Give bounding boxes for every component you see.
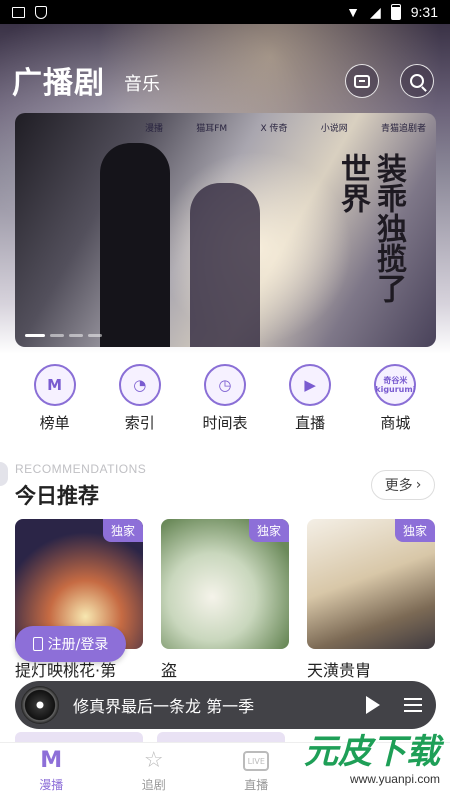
live-icon: ▶ (289, 364, 332, 406)
quick-nav-live[interactable]: ▶ 直播 (275, 364, 345, 434)
image-notification-icon (12, 6, 25, 18)
quick-nav-label: 直播 (295, 414, 326, 432)
exclusive-badge: 独家 (102, 519, 143, 542)
tab-follow[interactable]: ☆ 追剧 (114, 743, 194, 800)
quick-nav-label: 索引 (124, 414, 155, 432)
signal-icon: ◢ (369, 3, 381, 20)
side-pull-tab[interactable] (0, 462, 8, 486)
shield-icon (35, 5, 47, 19)
quick-nav: M 榜单 ◔ 索引 ◷ 时间表 ▶ 直播 奇谷米 kigurumi 商城 (0, 364, 450, 434)
mini-player[interactable]: 修真界最后一条龙 第一季 (15, 681, 436, 729)
section-eyebrow: RECOMMENDATIONS (15, 462, 147, 476)
section-title: 今日推荐 (15, 484, 99, 508)
banner-logos: 漫播 猫耳FM X 传奇 小说网 青猫追剧者 (145, 121, 426, 134)
banner-logo: 猫耳FM (196, 124, 228, 134)
watermark-url: www.yuanpi.com (349, 772, 440, 786)
chevron-right-icon: › (415, 477, 422, 493)
tab-label: 追剧 (141, 778, 166, 792)
exclusive-badge: 独家 (394, 519, 435, 542)
search-icon (410, 74, 424, 88)
tab-label: 漫播 (39, 778, 64, 792)
card-title: 盗 (161, 661, 178, 680)
quick-nav-schedule[interactable]: ◷ 时间表 (190, 364, 260, 434)
status-bar: ▼ ◢ 9:31 (0, 0, 450, 24)
quick-nav-label: 商城 (380, 414, 411, 432)
recommendation-card[interactable]: 独家 天潢贵胄 (307, 519, 435, 681)
quick-nav-ranking[interactable]: M 榜单 (20, 364, 90, 434)
quick-nav-index[interactable]: ◔ 索引 (105, 364, 175, 434)
banner-logo: 漫播 (145, 124, 164, 134)
watermark: 元皮下载 www.yuanpi.com (260, 732, 440, 792)
banner-dot[interactable] (88, 334, 102, 337)
album-disc-icon[interactable] (21, 686, 59, 724)
banner-character-left (100, 143, 170, 347)
quick-nav-label: 时间表 (202, 414, 248, 432)
tab-music[interactable]: 音乐 (124, 70, 160, 96)
quick-nav-label: 榜单 (39, 414, 70, 432)
phone-icon (32, 637, 43, 651)
banner-carousel[interactable]: 漫播 猫耳FM X 传奇 小说网 青猫追剧者 装乖独揽了世界 (15, 113, 436, 347)
tab-manbo[interactable]: M 漫播 (11, 743, 91, 800)
banner-pagination (25, 334, 102, 337)
more-label: 更多 (384, 478, 413, 494)
status-right: ▼ ◢ 9:31 (346, 4, 438, 21)
shop-brand-icon: 奇谷米 kigurumi (374, 364, 417, 406)
star-icon: ☆ (143, 748, 164, 773)
manbo-logo-icon: M (40, 748, 63, 773)
register-login-button[interactable]: 注册/登录 (15, 626, 126, 662)
card-cover: 独家 (307, 519, 435, 649)
banner-dot[interactable] (69, 334, 83, 337)
banner-dot[interactable] (25, 334, 45, 337)
banner-character-right (190, 183, 260, 347)
shop-brand-top: 奇谷米 (383, 376, 408, 385)
recommendation-card[interactable]: 独家 盗 (161, 519, 289, 681)
watermark-text: 元皮下载 (304, 732, 440, 772)
playlist-icon[interactable] (404, 698, 422, 712)
banner-dot[interactable] (50, 334, 64, 337)
banner-logo: 小说网 (320, 124, 348, 134)
banner-calligraphy-title: 装乖独揽了世界 (335, 153, 406, 303)
schedule-icon: ◷ (203, 364, 246, 406)
ranking-icon: M (33, 364, 76, 406)
status-left (12, 5, 47, 19)
quick-nav-shop[interactable]: 奇谷米 kigurumi 商城 (360, 364, 430, 434)
tab-radio-drama[interactable]: 广播剧 (12, 58, 105, 102)
index-icon: ◔ (118, 364, 161, 406)
exclusive-badge: 独家 (248, 519, 289, 542)
battery-icon (390, 4, 401, 20)
banner-logo: X 传奇 (260, 124, 288, 134)
status-time: 9:31 (410, 4, 438, 20)
search-button[interactable] (400, 64, 434, 98)
card-title: 天潢贵胄 (307, 661, 372, 680)
mail-button[interactable] (345, 64, 379, 98)
register-login-label: 注册/登录 (47, 637, 109, 653)
wifi-icon: ▼ (346, 4, 360, 20)
mail-icon (354, 74, 370, 88)
player-title: 修真界最后一条龙 第一季 (73, 697, 255, 716)
card-cover: 独家 (161, 519, 289, 649)
more-button[interactable]: 更多 › (371, 470, 435, 500)
banner-logo: 青猫追剧者 (380, 124, 426, 134)
play-icon[interactable] (366, 696, 380, 714)
shop-brand-bottom: kigurumi (375, 385, 416, 394)
